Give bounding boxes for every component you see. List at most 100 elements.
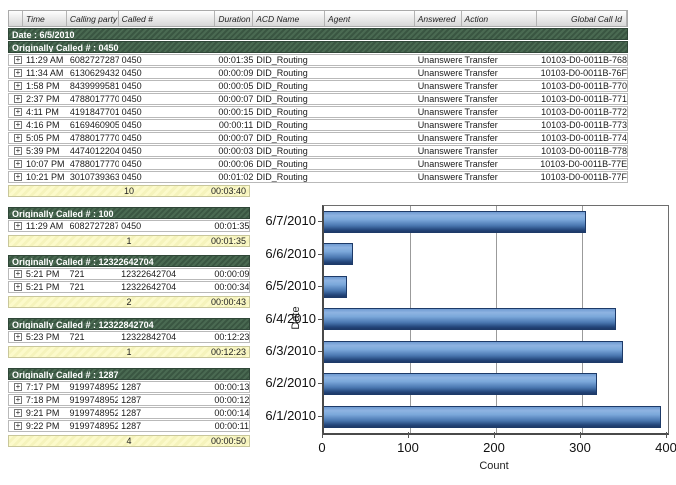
expand-icon[interactable]: + xyxy=(14,396,22,404)
cell-global-call-id: 10103-D0-0011B-778 xyxy=(537,146,627,156)
cell-time: 11:29 AM xyxy=(23,55,67,65)
column-header-time[interactable]: Time xyxy=(23,11,67,26)
cell-duration: 00:00:03 xyxy=(215,146,253,156)
expand-icon[interactable]: + xyxy=(14,56,22,64)
y-axis-tick xyxy=(318,383,322,384)
cell-called: 1287 xyxy=(118,382,211,392)
expand-icon[interactable]: + xyxy=(14,222,22,230)
cell-calling-party: 6082727287 xyxy=(67,55,119,65)
cell-action: Transfer xyxy=(462,55,538,65)
cell-duration: 00:01:02 xyxy=(215,172,253,182)
x-axis-tick-label: 200 xyxy=(483,440,505,455)
x-axis-tick xyxy=(580,432,581,438)
cell-duration: 00:00:13 xyxy=(211,382,249,392)
x-axis-tick xyxy=(322,432,323,438)
cell-answered: Unanswered xyxy=(415,81,462,91)
cell-answered: Unanswered xyxy=(415,68,462,78)
expand-icon[interactable]: + xyxy=(14,69,22,77)
expand-icon[interactable]: + xyxy=(14,108,22,116)
table-row: +4:11 PM4191847701045000:00:15DID_Routin… xyxy=(8,106,628,118)
expand-icon[interactable]: + xyxy=(14,409,22,417)
expand-icon[interactable]: + xyxy=(14,422,22,430)
expand-icon[interactable]: + xyxy=(14,95,22,103)
cell-calling-party: 4191847701 xyxy=(67,107,119,117)
column-header-called[interactable]: Called # xyxy=(119,11,216,26)
chart-plot-area xyxy=(322,205,669,435)
cell-called: 0450 xyxy=(119,159,216,169)
expand-cell: + xyxy=(9,282,23,292)
cell-duration: 00:00:11 xyxy=(211,421,249,431)
expand-icon[interactable]: + xyxy=(14,333,22,341)
cell-calling-party: 6169460905 xyxy=(67,120,119,130)
x-axis-tick-label: 0 xyxy=(318,440,325,455)
expand-icon[interactable]: + xyxy=(14,121,22,129)
chart-bar[interactable] xyxy=(324,243,353,265)
expand-icon[interactable]: + xyxy=(14,383,22,391)
column-header-calling-party[interactable]: Calling party # xyxy=(67,11,119,26)
cell-called: 1287 xyxy=(118,421,211,431)
y-axis-tick xyxy=(318,351,322,352)
chart-bar[interactable] xyxy=(324,308,616,330)
cell-global-call-id: 10103-D0-0011B-77F xyxy=(537,172,627,182)
cell-agent xyxy=(325,133,415,143)
expand-icon[interactable]: + xyxy=(14,134,22,142)
expand-icon[interactable]: + xyxy=(14,82,22,90)
table-row: +4:16 PM6169460905045000:00:11DID_Routin… xyxy=(8,119,628,131)
summary-row: 200:00:43 xyxy=(8,296,250,308)
column-header-duration[interactable]: Duration xyxy=(215,11,253,26)
expand-cell: + xyxy=(9,172,23,182)
x-axis-tick xyxy=(408,432,409,438)
table-row: +9:21 PM9199748952128700:00:14 xyxy=(8,407,250,419)
date-group-band: Date : 6/5/2010 xyxy=(8,28,628,40)
chart-bar[interactable] xyxy=(324,406,661,428)
group-band: Originally Called # : 1287 xyxy=(8,368,250,380)
cell-duration: 00:00:07 xyxy=(215,133,253,143)
summary-row: 400:00:50 xyxy=(8,435,250,447)
y-axis-label: 6/7/2010 xyxy=(260,213,316,229)
cell-acd-name: DID_Routing xyxy=(253,55,325,65)
cell-agent xyxy=(325,120,415,130)
x-axis-tick-label: 400 xyxy=(655,440,676,455)
cell-called: 12322642704 xyxy=(118,269,211,279)
cell-duration: 00:00:06 xyxy=(215,159,253,169)
cell-action: Transfer xyxy=(462,94,538,104)
cell-duration: 00:00:09 xyxy=(215,68,253,78)
cell-acd-name: DID_Routing xyxy=(253,172,325,182)
expand-icon[interactable]: + xyxy=(14,147,22,155)
summary-row: 100:01:35 xyxy=(8,235,250,247)
cell-time: 5:21 PM xyxy=(23,269,67,279)
expand-cell: + xyxy=(9,269,23,279)
chart-bar[interactable] xyxy=(324,373,597,395)
cell-action: Transfer xyxy=(462,107,538,117)
chart-bar[interactable] xyxy=(324,211,586,233)
group-band: Originally Called # : 0450 xyxy=(8,41,628,53)
column-header-acd-name[interactable]: ACD Name xyxy=(253,11,325,26)
column-header-expand xyxy=(9,11,23,26)
table-row: +7:18 PM9199748952128700:00:12 xyxy=(8,394,250,406)
cell-duration: 00:01:35 xyxy=(211,221,249,231)
column-header-global-call-id[interactable]: Global Call Id xyxy=(537,11,627,26)
expand-icon[interactable]: + xyxy=(14,270,22,278)
cell-global-call-id: 10103-D0-0011B-774 xyxy=(537,133,627,143)
cell-agent xyxy=(325,68,415,78)
table-row: +5:21 PM7211232264270400:00:09 xyxy=(8,268,250,280)
expand-cell: + xyxy=(9,94,23,104)
table-row: +10:21 PM3010739363045000:01:02DID_Routi… xyxy=(8,171,628,183)
chart-bar[interactable] xyxy=(324,341,623,363)
column-header-answered[interactable]: Answered xyxy=(415,11,462,26)
cell-time: 1:58 PM xyxy=(23,81,67,91)
column-header-action[interactable]: Action xyxy=(462,11,538,26)
cell-agent xyxy=(325,107,415,117)
column-header-agent[interactable]: Agent xyxy=(325,11,415,26)
expand-icon[interactable]: + xyxy=(14,173,22,181)
chart-bar[interactable] xyxy=(324,276,347,298)
expand-icon[interactable]: + xyxy=(14,160,22,168)
cell-calling-party: 9199748952 xyxy=(67,395,119,405)
cell-time: 5:21 PM xyxy=(23,282,67,292)
cell-agent xyxy=(325,172,415,182)
cell-calling-party: 8439999581 xyxy=(67,81,119,91)
cell-global-call-id: 10103-D0-0011B-76F xyxy=(537,68,627,78)
expand-icon[interactable]: + xyxy=(14,283,22,291)
group-band: Originally Called # : 100 xyxy=(8,207,250,219)
table-row: +5:05 PM4788017770045000:00:07DID_Routin… xyxy=(8,132,628,144)
